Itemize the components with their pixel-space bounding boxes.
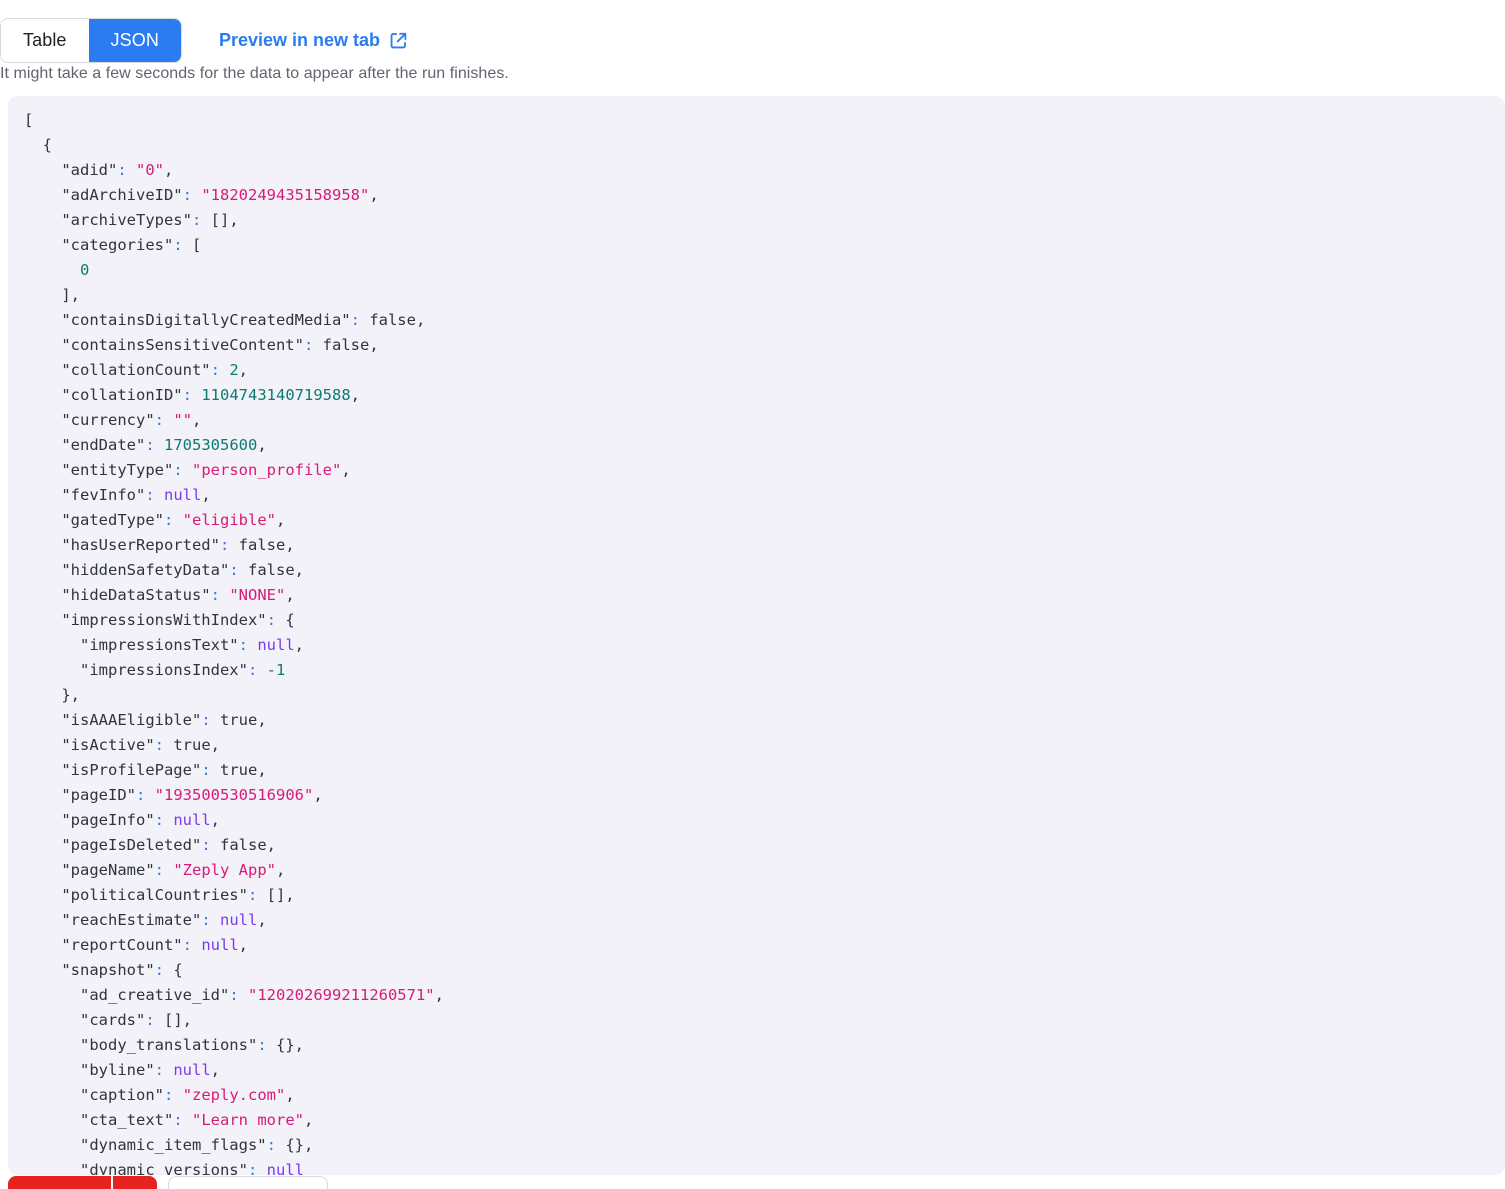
output-hint-text: It might take a few seconds for the data… bbox=[0, 65, 509, 83]
tab-json[interactable]: JSON bbox=[89, 19, 181, 62]
stop-run-button[interactable] bbox=[8, 1176, 111, 1189]
stop-run-dropdown-toggle[interactable] bbox=[113, 1176, 157, 1189]
preview-in-new-tab-link[interactable]: Preview in new tab bbox=[219, 30, 408, 51]
tab-table[interactable]: Table bbox=[1, 19, 89, 62]
bottom-action-bar bbox=[0, 1176, 1505, 1189]
secondary-action-button[interactable] bbox=[168, 1176, 328, 1189]
output-view-toolbar: Table JSON Preview in new tab bbox=[0, 18, 408, 63]
stop-run-split-button[interactable] bbox=[8, 1176, 157, 1189]
json-output-panel: Table JSON Preview in new tab It might t… bbox=[0, 0, 1505, 1189]
view-mode-segmented-control[interactable]: Table JSON bbox=[0, 18, 182, 63]
preview-in-new-tab-label: Preview in new tab bbox=[219, 30, 380, 51]
json-code-content: [ { "adid": "0", "adArchiveID": "1820249… bbox=[8, 108, 1505, 1175]
json-code-scroll-area[interactable]: [ { "adid": "0", "adArchiveID": "1820249… bbox=[8, 108, 1505, 1175]
json-code-block[interactable]: [ { "adid": "0", "adArchiveID": "1820249… bbox=[8, 96, 1505, 1175]
external-link-icon bbox=[389, 31, 408, 50]
